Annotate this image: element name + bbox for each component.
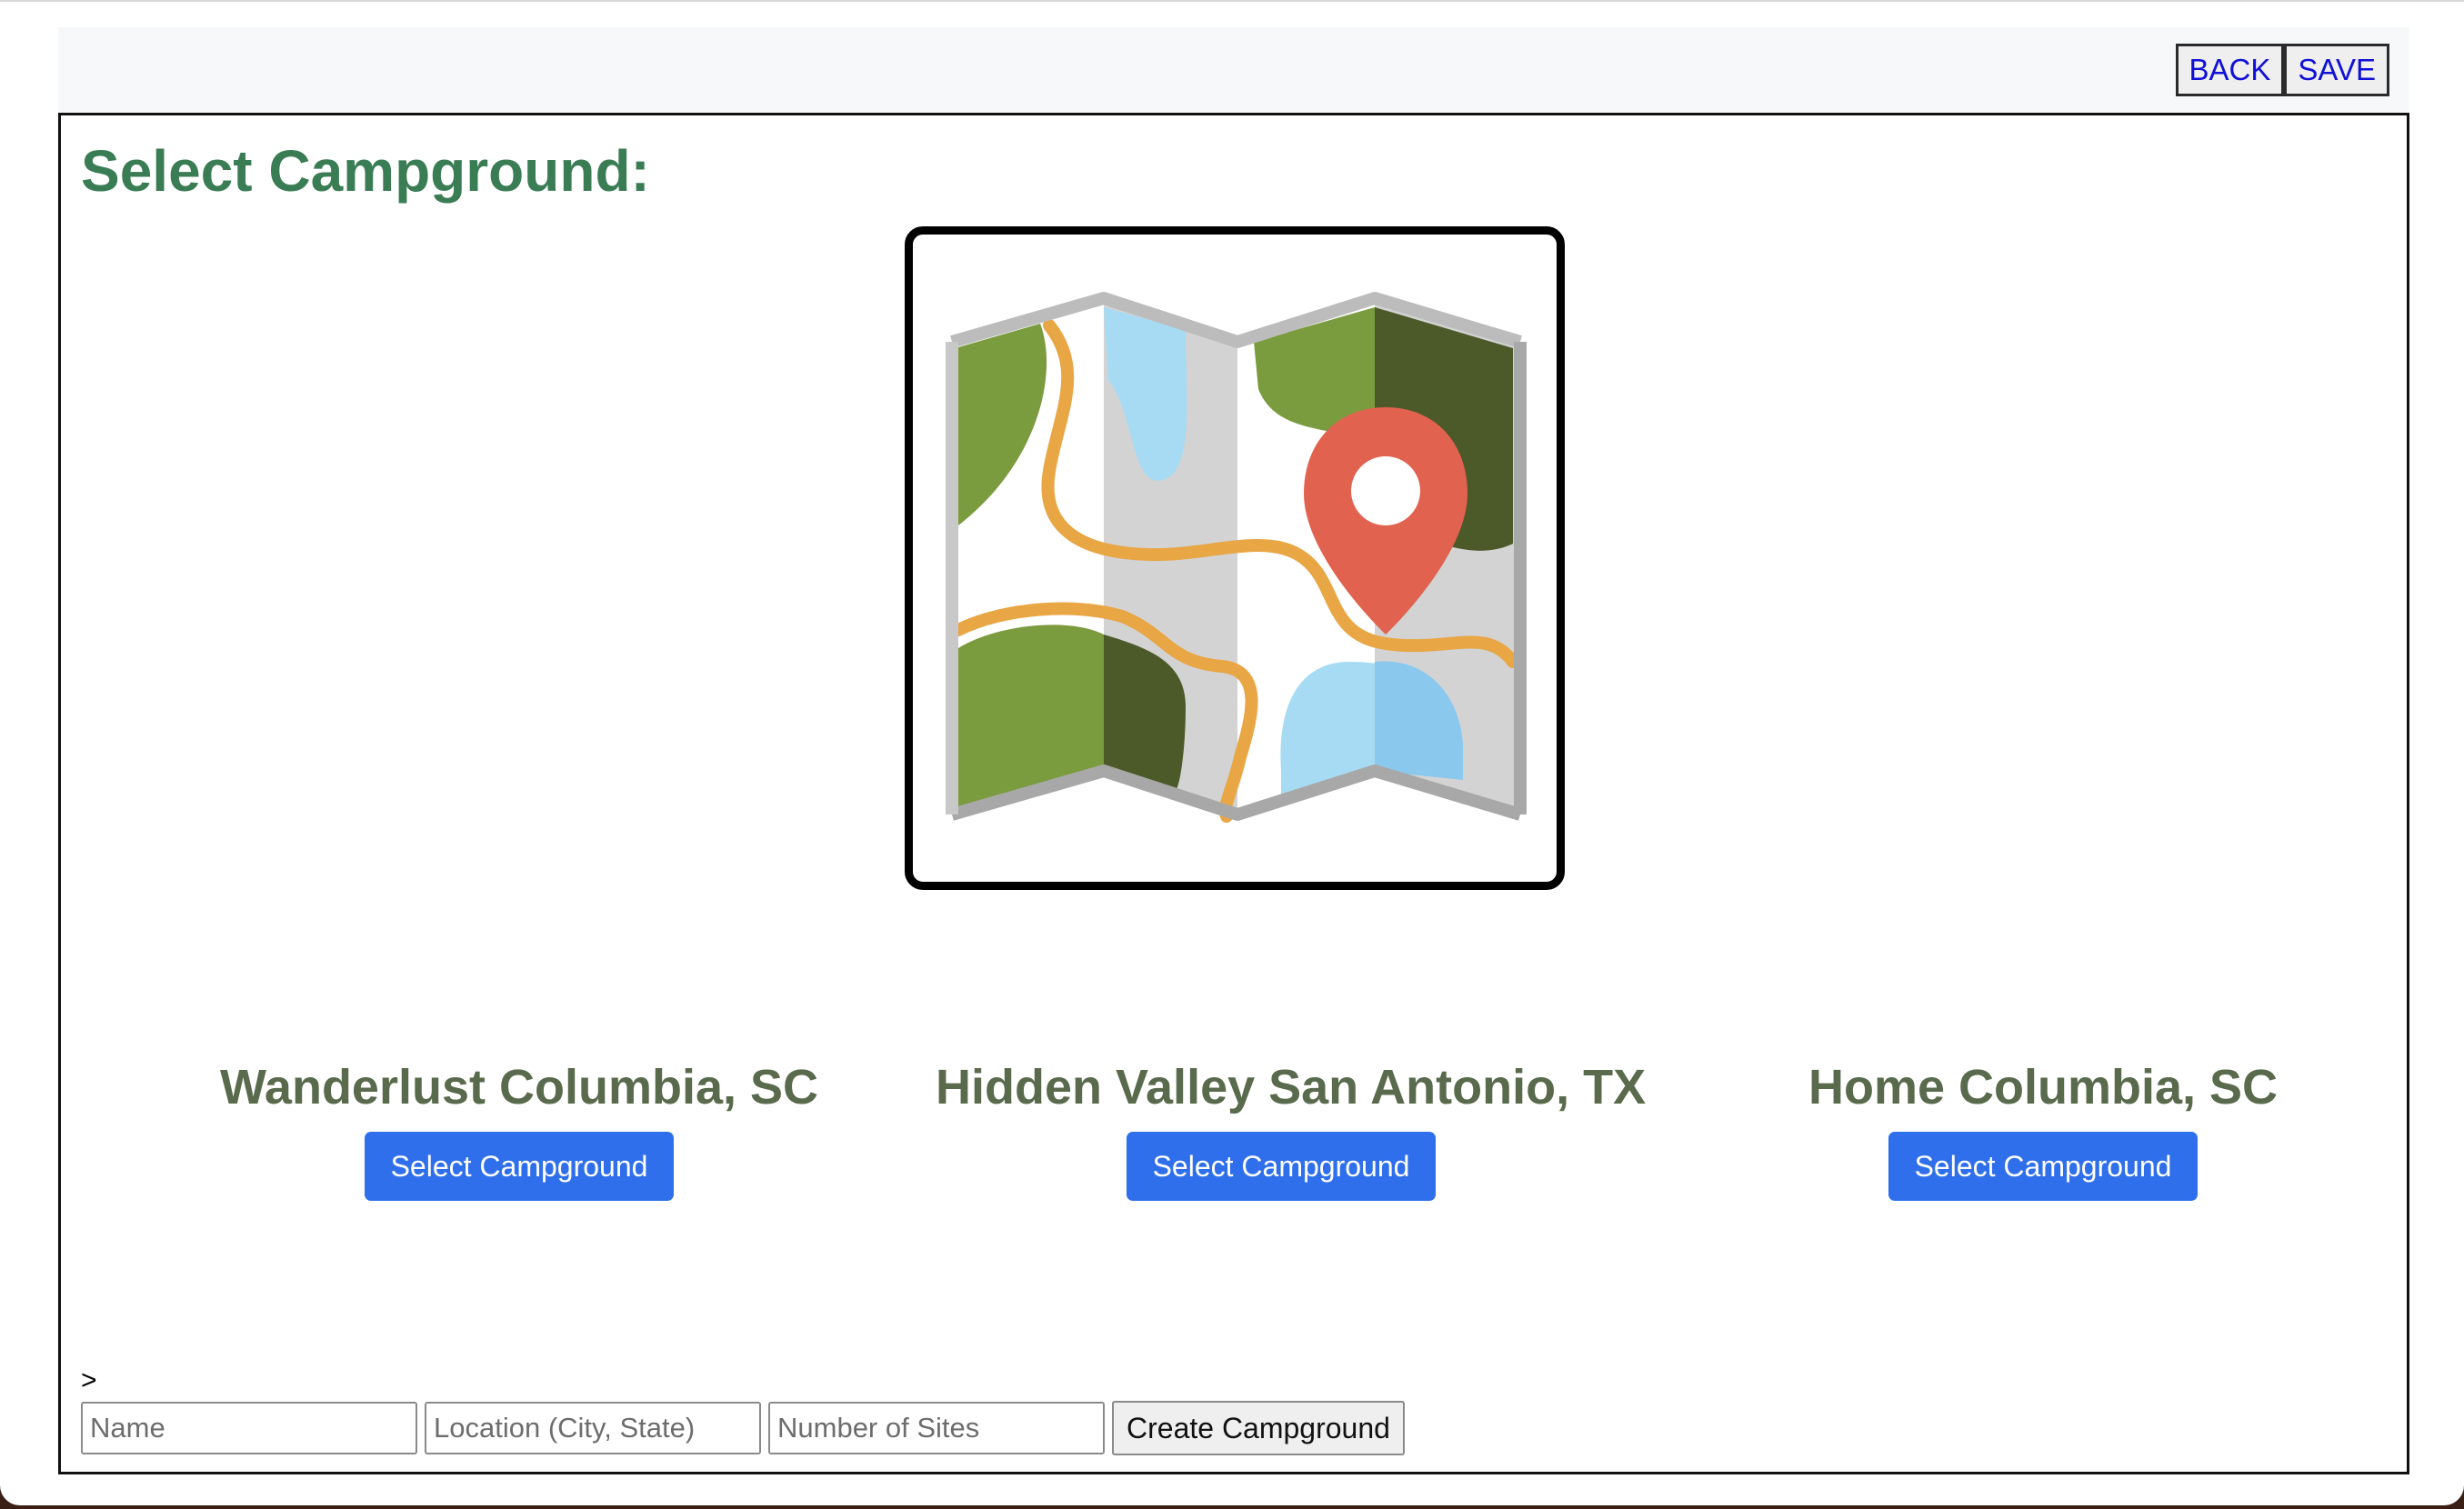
top-toolbar: BACK SAVE bbox=[58, 27, 2409, 113]
select-campground-button[interactable]: Select Campground bbox=[1127, 1132, 1436, 1201]
campground-name: Hidden Valley San Antonio, TX bbox=[936, 1060, 1647, 1114]
folded-map-icon bbox=[946, 292, 1527, 823]
select-campground-button[interactable]: Select Campground bbox=[365, 1132, 674, 1201]
create-campground-form: Create Campground bbox=[81, 1401, 1405, 1455]
campground-card: Home Columbia, SC Select Campground bbox=[1698, 1059, 2389, 1201]
campground-card: Wanderlust Columbia, SC Select Campgroun… bbox=[174, 1059, 865, 1201]
back-button[interactable]: BACK bbox=[2175, 44, 2285, 96]
name-input[interactable] bbox=[81, 1402, 417, 1454]
campground-name: Wanderlust Columbia, SC bbox=[219, 1060, 819, 1114]
campground-name: Home Columbia, SC bbox=[1808, 1060, 2279, 1114]
create-campground-button[interactable]: Create Campground bbox=[1112, 1401, 1405, 1455]
prompt-caret: > bbox=[81, 1365, 97, 1395]
campground-card: Hidden Valley San Antonio, TX Select Cam… bbox=[936, 1059, 1647, 1201]
browser-window: BACK SAVE Select Campground: Wanderlust … bbox=[0, 0, 2464, 1505]
location-input[interactable] bbox=[425, 1402, 761, 1454]
select-campground-button[interactable]: Select Campground bbox=[1888, 1132, 2198, 1201]
campground-panel: Select Campground: Wanderlust Columbia, … bbox=[58, 113, 2409, 1474]
toolbar-button-group: BACK SAVE bbox=[2175, 44, 2389, 96]
save-button[interactable]: SAVE bbox=[2284, 44, 2389, 96]
number-of-sites-input[interactable] bbox=[768, 1402, 1105, 1454]
map-icon-frame bbox=[905, 226, 1565, 890]
page-title: Select Campground: bbox=[81, 138, 650, 204]
